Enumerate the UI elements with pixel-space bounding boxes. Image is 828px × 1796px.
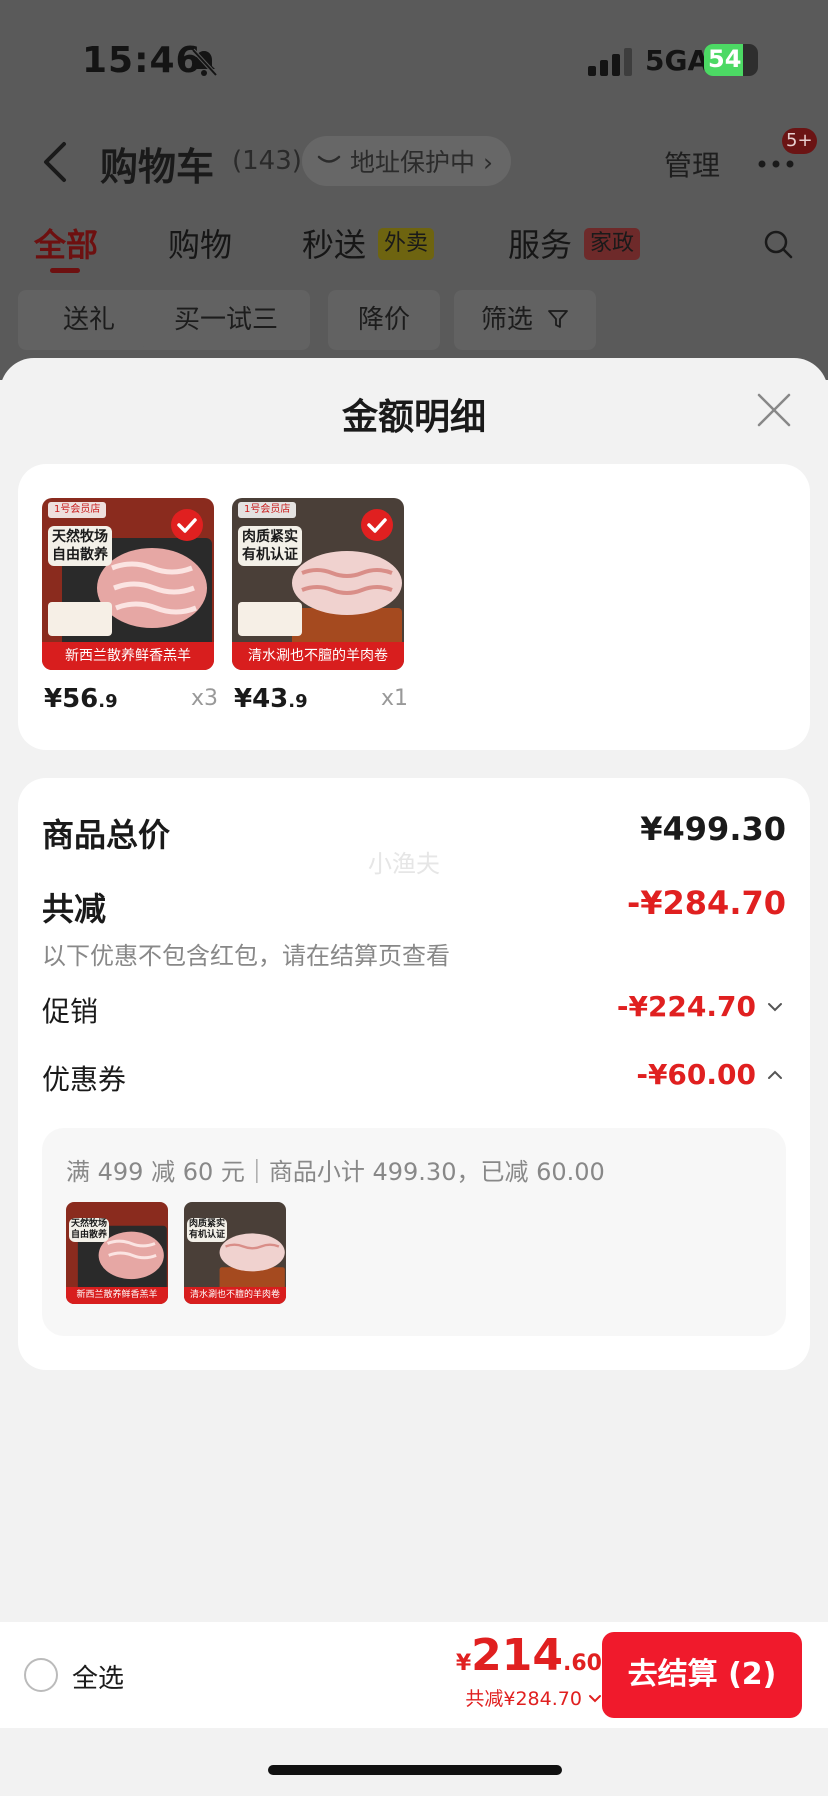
product-caption: 新西兰散养鲜香羔羊 — [42, 642, 214, 670]
chip-price-drop[interactable]: 降价 — [328, 290, 440, 350]
search-icon[interactable] — [762, 228, 794, 260]
battery-icon: 54 — [704, 44, 758, 76]
discount-hint: 以下优惠不包含红包，请在结算页查看 — [42, 942, 450, 970]
coupon-product-thumb: 天然牧场 自由散养 新西兰散养鲜香羔羊 — [66, 1202, 168, 1304]
total-discount-value: -¥284.70 — [626, 884, 786, 922]
product-caption: 新西兰散养鲜香羔羊 — [66, 1287, 168, 1304]
brand-logo: 1号会员店 — [48, 502, 107, 518]
checkout-bar: 全选 ¥214.60 共减¥284.70 去结算 (2) — [0, 1622, 828, 1728]
filter-icon — [548, 310, 569, 328]
cart-count: (143) — [232, 146, 302, 176]
signal-icon — [588, 48, 632, 76]
shield-icon — [317, 155, 341, 163]
category-tabs: 全部 购物 秒送 外卖 服务 家政 — [0, 220, 828, 280]
coupon-product-thumb: 肉质紧实 有机认证 清水涮也不膻的羊肉卷 — [184, 1202, 286, 1304]
total-price-value: ¥499.30 — [640, 810, 786, 848]
chevron-down-icon — [768, 1003, 782, 1012]
product-image: 1号会员店 肉质紧实 有机认证 清水涮也不膻的羊肉卷 — [232, 498, 404, 670]
tab-services[interactable]: 服务 — [508, 220, 572, 266]
chip-filter[interactable]: 筛选 — [454, 290, 596, 350]
coupon-detail-text: 满 499 减 60 元｜商品小计 499.30，已减 60.00 — [66, 1158, 605, 1186]
bell-muted-icon — [191, 48, 218, 77]
product-tag: 天然牧场 自由散养 — [69, 1218, 110, 1242]
product-item[interactable]: 1号会员店 天然牧场 自由散养 新西兰散养鲜香羔羊 ¥56.9 x3 — [42, 498, 218, 718]
takeout-tag: 外卖 — [378, 228, 435, 260]
chip-try-three[interactable]: 买一试三 — [142, 290, 310, 350]
product-quantity: x1 — [380, 686, 408, 711]
coupon-detail-box: 满 499 减 60 元｜商品小计 499.30，已减 60.00 天然牧场 自由… — [42, 1128, 786, 1336]
status-bar: 15:46 5GA 54 — [0, 40, 828, 90]
tab-instant-delivery[interactable]: 秒送 — [302, 220, 366, 266]
promotion-row[interactable]: 促销 -¥224.70 — [42, 990, 786, 1030]
battery-level: 54 — [708, 45, 742, 73]
price-summary-card: 商品总价 ¥499.30 小渔夫 共减 -¥284.70 以下优惠不包含红包，请… — [18, 778, 810, 1370]
tab-active-indicator — [50, 268, 80, 273]
product-image: 1号会员店 天然牧场 自由散养 新西兰散养鲜香羔羊 — [42, 498, 214, 670]
chip-filter-label: 筛选 — [480, 305, 533, 335]
network-label: 5GA — [645, 44, 710, 77]
product-tag: 肉质紧实 有机认证 — [238, 526, 302, 566]
housekeeping-tag: 家政 — [584, 228, 641, 260]
status-time: 15:46 — [82, 40, 202, 81]
nav-header: 购物车 (143) 地址保护中 › 管理 5+ — [0, 128, 828, 190]
sheet-title: 金额明细 — [341, 397, 486, 438]
tab-all[interactable]: 全部 — [34, 220, 98, 266]
checkout-saved-amount[interactable]: 共减¥284.70 — [465, 1684, 602, 1711]
total-discount-row: 共减 -¥284.70 — [42, 884, 786, 930]
amount-detail-sheet: 金额明细 1号会员店 天然牧场 自由散养 新西兰散养鲜香羔羊 ¥56.9 x3 … — [0, 358, 828, 1796]
product-quantity: x3 — [190, 686, 218, 711]
select-all-label[interactable]: 全选 — [72, 1658, 124, 1695]
product-item[interactable]: 1号会员店 肉质紧实 有机认证 清水涮也不膻的羊肉卷 ¥43.9 x1 — [232, 498, 408, 718]
home-indicator — [268, 1765, 562, 1775]
address-protect-pill[interactable]: 地址保护中 › — [302, 136, 511, 186]
close-icon[interactable] — [756, 392, 792, 428]
chevron-up-icon — [768, 1070, 782, 1079]
product-caption: 清水涮也不膻的羊肉卷 — [184, 1287, 286, 1304]
checkout-button[interactable]: 去结算 (2) — [602, 1632, 802, 1718]
message-badge: 5+ — [782, 128, 817, 154]
product-tag: 肉质紧实 有机认证 — [187, 1218, 228, 1242]
checkout-total-price: ¥214.60 — [455, 1630, 602, 1681]
product-price: ¥56.9 — [44, 684, 118, 714]
brand-logo: 1号会员店 — [238, 502, 297, 518]
back-arrow-icon[interactable] — [40, 140, 70, 184]
promotion-value: -¥224.70 — [616, 990, 756, 1023]
watermark: 小渔夫 — [368, 850, 440, 878]
selected-check-icon — [361, 509, 393, 541]
chip-gift[interactable]: 送礼 — [18, 290, 160, 350]
manage-button[interactable]: 管理 — [664, 144, 720, 184]
filter-chips: 送礼 买一试三 降价 筛选 — [0, 290, 828, 350]
tab-shopping[interactable]: 购物 — [168, 220, 232, 266]
address-protect-label: 地址保护中 › — [350, 148, 493, 177]
selected-check-icon — [171, 509, 203, 541]
product-tag: 天然牧场 自由散养 — [48, 526, 112, 566]
page-title: 购物车 — [100, 145, 215, 189]
selected-products-card: 1号会员店 天然牧场 自由散养 新西兰散养鲜香羔羊 ¥56.9 x3 1号会员店… — [18, 464, 810, 750]
coupon-row[interactable]: 优惠券 -¥60.00 — [42, 1058, 786, 1098]
cart-page-background: 15:46 5GA 54 购物车 (143) 地址保护中 › 管理 5+ 全部 … — [0, 0, 828, 380]
select-all-radio[interactable] — [24, 1658, 58, 1692]
product-caption: 清水涮也不膻的羊肉卷 — [232, 642, 404, 670]
chevron-down-icon — [589, 1695, 601, 1703]
coupon-value: -¥60.00 — [636, 1058, 756, 1091]
product-price: ¥43.9 — [234, 684, 308, 714]
